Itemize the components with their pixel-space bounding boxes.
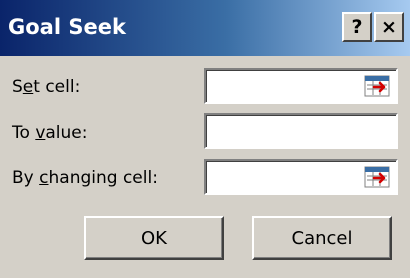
to-value-input[interactable] xyxy=(208,117,396,145)
ok-button[interactable]: OK xyxy=(84,216,224,260)
by-changing-cell-label: By changing cell: xyxy=(12,168,158,188)
collapse-dialog-icon[interactable] xyxy=(364,166,390,188)
title-bar[interactable]: Goal Seek ? × xyxy=(0,0,410,56)
set-cell-field[interactable] xyxy=(204,68,398,104)
to-value-label: To value: xyxy=(12,123,88,143)
collapse-dialog-icon[interactable] xyxy=(364,75,390,97)
set-cell-input[interactable] xyxy=(208,72,366,100)
close-button[interactable]: × xyxy=(374,12,404,42)
cancel-button[interactable]: Cancel xyxy=(252,216,392,260)
help-button[interactable]: ? xyxy=(342,12,372,42)
by-changing-cell-input[interactable] xyxy=(208,163,366,191)
set-cell-label: Set cell: xyxy=(12,77,81,97)
by-changing-cell-field[interactable] xyxy=(204,159,398,195)
dialog-title: Goal Seek xyxy=(8,15,126,39)
to-value-field[interactable] xyxy=(204,113,398,149)
goal-seek-dialog: Goal Seek ? × Set cell: To value: By cha… xyxy=(0,0,410,278)
